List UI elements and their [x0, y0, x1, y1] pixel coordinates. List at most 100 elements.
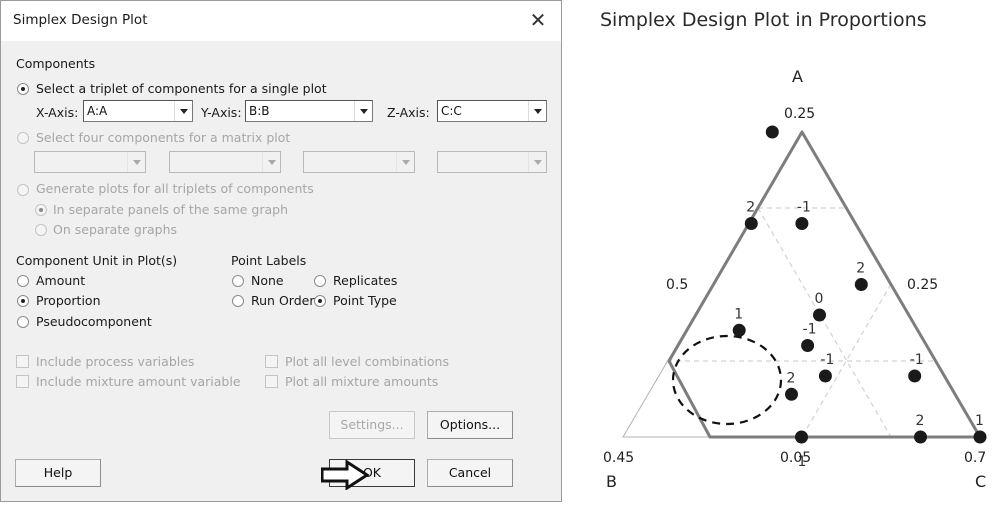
design-point: [818, 369, 832, 383]
tick-a-max: 0.25: [784, 106, 815, 122]
process-vars-label: Include process variables: [36, 354, 195, 369]
point-label: -1: [803, 322, 817, 338]
tick-c-corner: 0.7: [964, 450, 986, 466]
separate-graphs-label: On separate graphs: [53, 222, 177, 237]
y-axis-select[interactable]: B:B: [245, 100, 373, 122]
close-icon[interactable]: ✕: [525, 7, 551, 33]
z-axis-select[interactable]: C:C: [437, 100, 547, 122]
matrix-select-4[interactable]: [437, 151, 547, 173]
matrix-select-2[interactable]: [169, 151, 281, 173]
design-point: [744, 217, 758, 230]
z-axis-value: C:C: [441, 104, 462, 118]
label-none-radio[interactable]: [232, 275, 244, 287]
unit-proportion-label: Proportion: [36, 293, 101, 308]
title-bar: Simplex Design Plot ✕: [1, 1, 561, 41]
tick-right-mid: 0.25: [907, 277, 938, 293]
all-amounts-checkbox[interactable]: [265, 375, 278, 388]
point-label: -1: [910, 352, 924, 368]
same-graph-radio[interactable]: [35, 204, 47, 216]
chevron-down-icon[interactable]: [528, 101, 546, 121]
unit-pseudocomponent-radio[interactable]: [17, 316, 29, 328]
all-levels-label: Plot all level combinations: [285, 354, 449, 369]
highlight-ellipse: [671, 334, 783, 426]
point-label: -1: [797, 200, 811, 216]
four-components-label: Select four components for a matrix plot: [36, 130, 291, 145]
matrix-select-3[interactable]: [303, 151, 415, 173]
label-run-order-label: Run Order: [251, 293, 315, 308]
chevron-down-icon[interactable]: [528, 152, 546, 172]
design-point: [765, 125, 779, 139]
z-axis-label: Z-Axis:: [387, 105, 430, 120]
point-label: 2: [787, 370, 796, 386]
chevron-down-icon[interactable]: [354, 101, 372, 121]
four-components-radio[interactable]: [17, 132, 29, 144]
label-point-type-radio[interactable]: [314, 295, 326, 307]
chart-title: Simplex Design Plot in Proportions: [600, 9, 927, 31]
components-heading: Components: [16, 56, 96, 71]
y-axis-value: B:B: [249, 104, 270, 118]
unit-heading: Component Unit in Plot(s): [16, 253, 178, 268]
x-axis-label: X-Axis:: [36, 105, 79, 120]
y-axis-label: Y-Axis:: [201, 105, 242, 120]
dialog-title: Simplex Design Plot: [13, 12, 148, 28]
vertex-label-a: A: [792, 67, 803, 86]
unit-pseudocomponent-label: Pseudocomponent: [36, 314, 152, 329]
all-triplets-label: Generate plots for all triplets of compo…: [36, 181, 314, 196]
chevron-down-icon[interactable]: [262, 152, 280, 172]
design-point: [908, 369, 922, 383]
design-point: [914, 430, 927, 444]
cancel-button[interactable]: Cancel: [427, 459, 513, 487]
grid-lines: [667, 207, 935, 438]
same-graph-label: In separate panels of the same graph: [53, 202, 289, 217]
label-replicates-radio[interactable]: [314, 275, 326, 287]
label-none-label: None: [251, 273, 284, 288]
tick-b-corner: 0.45: [603, 450, 634, 466]
matrix-select-1[interactable]: [34, 151, 146, 173]
process-vars-checkbox[interactable]: [16, 355, 29, 368]
point-label: 2: [856, 261, 865, 277]
arrow-right-icon: [321, 460, 370, 490]
chevron-down-icon[interactable]: [174, 101, 192, 121]
label-point-type-label: Point Type: [333, 293, 397, 308]
tick-bottom-mid: 0.05: [780, 450, 811, 466]
design-point: [795, 217, 809, 230]
label-replicates-label: Replicates: [333, 273, 398, 288]
options-button[interactable]: Options...: [427, 411, 513, 439]
design-point: [795, 430, 808, 444]
point-label: -1: [820, 352, 834, 368]
mixture-amount-label: Include mixture amount variable: [36, 374, 241, 389]
point-label: 2: [746, 200, 755, 216]
chevron-down-icon[interactable]: [396, 152, 414, 172]
design-point: [973, 430, 987, 444]
unit-amount-radio[interactable]: [17, 275, 29, 287]
x-axis-select[interactable]: A:A: [83, 100, 193, 122]
label-run-order-radio[interactable]: [232, 295, 244, 307]
settings-button[interactable]: Settings...: [329, 411, 415, 439]
unit-amount-label: Amount: [36, 273, 86, 288]
design-point: [801, 339, 815, 352]
simplex-design-plot-dialog: Simplex Design Plot ✕ Components Select …: [0, 0, 562, 502]
design-points: 2 -1201-1-12-112 1: [732, 125, 987, 470]
design-point: [785, 387, 798, 401]
design-point: [813, 308, 826, 322]
point-label: 1: [734, 306, 743, 322]
tick-left-mid: 0.5: [666, 277, 688, 293]
point-label: 2: [916, 413, 925, 429]
design-point: [732, 323, 746, 337]
point-label: 1: [975, 413, 984, 429]
chevron-down-icon[interactable]: [127, 152, 145, 172]
all-levels-checkbox[interactable]: [265, 355, 278, 368]
point-label: 0: [815, 291, 824, 307]
point-labels-heading: Point Labels: [231, 253, 307, 268]
triplet-option-label: Select a triplet of components for a sin…: [36, 81, 327, 96]
unit-proportion-radio[interactable]: [17, 295, 29, 307]
design-point: [854, 278, 868, 291]
help-button[interactable]: Help: [15, 459, 101, 487]
all-triplets-radio[interactable]: [17, 184, 29, 196]
vertex-label-b: B: [606, 472, 617, 491]
all-amounts-label: Plot all mixture amounts: [285, 374, 439, 389]
x-axis-value: A:A: [87, 104, 108, 118]
triplet-radio[interactable]: [17, 83, 29, 95]
separate-graphs-radio[interactable]: [35, 224, 47, 236]
mixture-amount-checkbox[interactable]: [16, 375, 29, 388]
